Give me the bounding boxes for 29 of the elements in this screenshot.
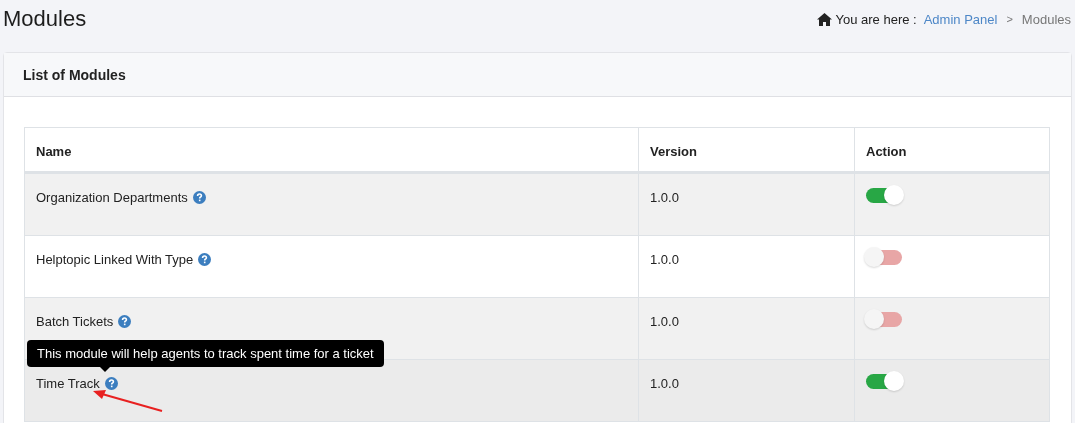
home-icon (816, 12, 832, 26)
breadcrumb-current: Modules (1021, 11, 1071, 27)
toggle-switch[interactable] (866, 250, 902, 265)
column-header: Name (36, 144, 72, 159)
version-text: 1.0.0 (650, 190, 679, 205)
breadcrumb-link[interactable]: Admin Panel (923, 11, 998, 27)
help-icon[interactable] (192, 191, 206, 204)
column-header: Version (650, 144, 697, 159)
module-name: Helptopic Linked With Type (36, 252, 194, 267)
help-icon[interactable] (198, 253, 212, 266)
help-icon[interactable] (104, 377, 118, 390)
annotation-arrow (92, 389, 164, 413)
breadcrumb-separator: > (1006, 13, 1013, 25)
module-name: Organization Departments (36, 190, 188, 205)
column-header: Action (866, 144, 907, 159)
breadcrumb-label: You are here : (835, 11, 917, 27)
toggle-switch[interactable] (866, 312, 902, 327)
tooltip-pointer (100, 367, 110, 372)
version-text: 1.0.0 (650, 252, 679, 267)
card-title: List of Modules (23, 66, 126, 83)
page-title: Modules (3, 6, 87, 32)
help-icon[interactable] (118, 315, 132, 328)
module-name: Time Track (36, 376, 100, 391)
version-text: 1.0.0 (650, 376, 679, 391)
module-name: Batch Tickets (36, 314, 114, 329)
toggle-switch[interactable] (866, 188, 902, 203)
version-text: 1.0.0 (650, 314, 679, 329)
tooltip: This module will help agents to track spent time for a ticket (27, 340, 384, 367)
toggle-switch[interactable] (866, 374, 902, 389)
